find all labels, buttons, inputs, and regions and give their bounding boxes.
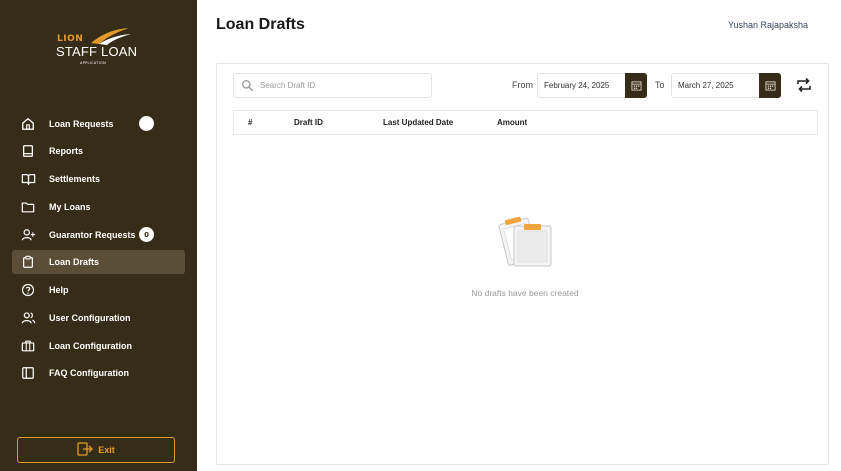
guarantor-count-badge: 0: [139, 227, 154, 242]
sidebar-item-label: Reports: [49, 146, 84, 156]
sidebar-item-loan-configuration[interactable]: Loan Configuration: [12, 334, 185, 358]
home-icon: [20, 116, 36, 132]
sidebar-item-settlements[interactable]: Settlements: [12, 167, 185, 191]
sidebar-item-faq-configuration[interactable]: FAQ Configuration: [12, 361, 185, 385]
user-plus-icon: [20, 227, 36, 243]
sidebar-item-label: Loan Configuration: [49, 341, 132, 351]
empty-state: No drafts have been created: [425, 0, 625, 300]
sidebar-item-label: FAQ Configuration: [49, 368, 129, 378]
exit-label: Exit: [98, 445, 115, 455]
sidebar-item-label: Help: [49, 285, 69, 295]
sidebar-item-user-configuration[interactable]: User Configuration: [12, 306, 185, 330]
help-circle-icon: [20, 282, 36, 298]
to-date-value: March 27, 2025: [678, 81, 734, 90]
search-input[interactable]: [260, 81, 420, 90]
refresh-button[interactable]: [794, 75, 814, 95]
clipboard-icon: [20, 254, 36, 270]
sidebar-item-label: Loan Requests: [49, 119, 114, 129]
logo-swoosh-icon: [91, 28, 131, 45]
to-date-field[interactable]: March 27, 2025: [671, 73, 781, 98]
sidebar-item-label: Guarantor Requests: [49, 230, 136, 240]
sidebar-item-my-loans[interactable]: My Loans: [12, 195, 185, 219]
logo-lion-text: LION: [57, 34, 84, 44]
notification-badge: [139, 116, 154, 131]
refresh-icon: [797, 77, 811, 93]
sidebar-item-help[interactable]: Help: [12, 278, 185, 302]
column-header-index[interactable]: #: [248, 118, 252, 127]
sidebar-item-label: Settlements: [49, 174, 101, 184]
users-icon: [20, 310, 36, 326]
logo-subtitle: APPLICATION: [80, 61, 107, 65]
page-title: Loan Drafts: [216, 16, 305, 33]
from-calendar-button[interactable]: [625, 73, 647, 98]
user-name[interactable]: Yushan Rajapaksha: [728, 20, 808, 30]
exit-button[interactable]: Exit: [17, 437, 175, 463]
sidebar: LION STAFF LOAN APPLICATION Loan Request…: [0, 0, 197, 471]
search-box[interactable]: [233, 73, 432, 98]
to-calendar-button[interactable]: [759, 73, 781, 98]
columns-icon: [20, 365, 36, 381]
calendar-icon: [630, 81, 642, 91]
sidebar-item-label: My Loans: [49, 202, 91, 212]
sidebar-item-reports[interactable]: Reports: [12, 139, 185, 163]
exit-icon: [77, 441, 94, 460]
folder-icon: [20, 199, 36, 215]
sidebar-item-loan-drafts[interactable]: Loan Drafts: [12, 250, 185, 274]
column-header-draft-id[interactable]: Draft ID: [294, 118, 323, 127]
app-logo: LION STAFF LOAN APPLICATION: [55, 27, 145, 69]
calendar-icon: [764, 81, 776, 91]
to-label: To: [655, 80, 665, 90]
open-book-icon: [20, 171, 36, 187]
sidebar-item-loan-requests[interactable]: Loan Requests: [12, 112, 185, 136]
sidebar-item-label: Loan Drafts: [49, 257, 100, 267]
book-icon: [20, 143, 36, 159]
empty-state-message: No drafts have been created: [471, 288, 579, 298]
logo-staff-loan-text: STAFF LOAN: [56, 44, 138, 59]
sidebar-item-guarantor-requests[interactable]: Guarantor Requests 0: [12, 223, 185, 247]
briefcase-icon: [20, 338, 36, 354]
sidebar-item-label: User Configuration: [49, 313, 131, 323]
search-icon: [241, 79, 254, 92]
